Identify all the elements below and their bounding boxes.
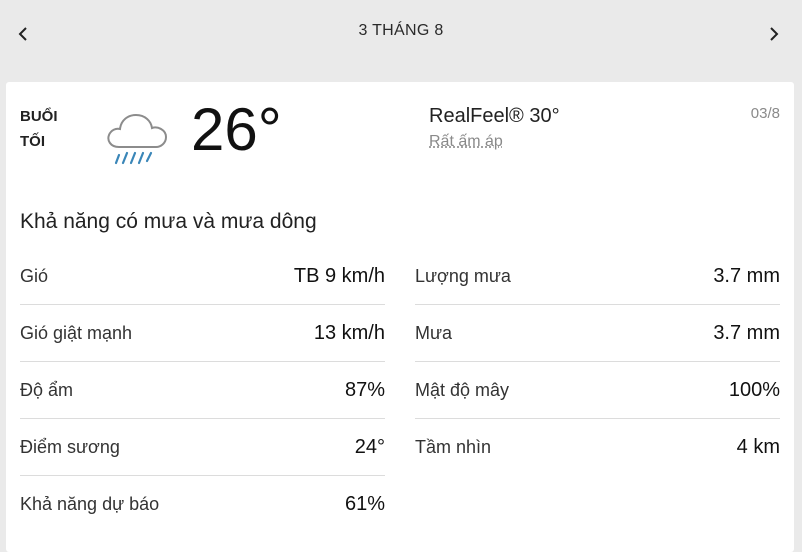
detail-row-wind-gusts: Gió giật mạnh 13 km/h — [20, 305, 385, 362]
next-day-button[interactable] — [762, 22, 786, 46]
period-label: BUỔI TỐI — [20, 104, 58, 154]
detail-row-cloud-cover: Mật độ mây 100% — [415, 362, 780, 419]
detail-value: 4 km — [737, 436, 780, 459]
temperature: 26° — [191, 100, 282, 160]
detail-label: Mật độ mây — [415, 380, 509, 401]
detail-label: Tầm nhìn — [415, 437, 491, 458]
realfeel-phrase[interactable]: Rất ấm áp — [429, 133, 503, 151]
chevron-left-icon — [17, 26, 29, 42]
detail-value: 13 km/h — [314, 322, 385, 345]
detail-label: Gió — [20, 266, 48, 287]
realfeel-temperature: RealFeel® 30° — [429, 105, 560, 128]
page-title: 3 THÁNG 8 — [358, 22, 443, 40]
forecast-date: 03/8 — [751, 105, 780, 122]
detail-row-forecast-probability: Khả năng dự báo 61% — [20, 476, 385, 533]
weather-phrase: Khả năng có mưa và mưa dông — [20, 210, 317, 234]
details-left-column: Gió TB 9 km/h Gió giật mạnh 13 km/h Độ ẩ… — [20, 248, 385, 533]
detail-value: 87% — [345, 379, 385, 402]
detail-label: Gió giật mạnh — [20, 323, 132, 344]
forecast-card: BUỔI TỐI 26° RealFeel® 30° Rất ấm áp 03/… — [6, 82, 794, 552]
detail-value: 100% — [729, 379, 780, 402]
period-line-2: TỐI — [20, 129, 58, 154]
detail-label: Mưa — [415, 323, 452, 344]
detail-value: 24° — [355, 436, 385, 459]
previous-day-button[interactable] — [11, 22, 35, 46]
details-right-column: Lượng mưa 3.7 mm Mưa 3.7 mm Mật độ mây 1… — [415, 248, 780, 476]
cloud-rain-icon — [105, 109, 171, 171]
date-navigation-bar: 3 THÁNG 8 — [0, 0, 802, 64]
detail-row-precipitation: Lượng mưa 3.7 mm — [415, 248, 780, 305]
detail-value: 3.7 mm — [713, 265, 780, 288]
period-line-1: BUỔI — [20, 104, 58, 129]
detail-label: Lượng mưa — [415, 266, 511, 287]
detail-row-visibility: Tầm nhìn 4 km — [415, 419, 780, 476]
detail-label: Độ ẩm — [20, 380, 73, 401]
detail-row-rain: Mưa 3.7 mm — [415, 305, 780, 362]
detail-value: 61% — [345, 493, 385, 516]
detail-row-wind: Gió TB 9 km/h — [20, 248, 385, 305]
detail-row-dew-point: Điểm sương 24° — [20, 419, 385, 476]
detail-value: 3.7 mm — [713, 322, 780, 345]
chevron-right-icon — [768, 26, 780, 42]
detail-row-humidity: Độ ẩm 87% — [20, 362, 385, 419]
detail-label: Khả năng dự báo — [20, 494, 159, 515]
detail-label: Điểm sương — [20, 437, 120, 458]
detail-value: TB 9 km/h — [294, 265, 385, 288]
